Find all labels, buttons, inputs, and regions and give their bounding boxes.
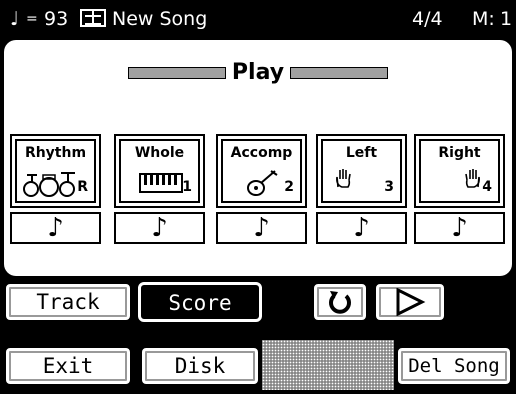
loop-icon [329, 291, 351, 314]
track-mute-button-whole[interactable]: ♪ [114, 212, 205, 244]
song-book-icon [80, 9, 106, 27]
note-icon: ♪ [451, 213, 468, 243]
note-icon: ♪ [47, 213, 64, 243]
track-label: Left [345, 145, 378, 161]
del-song-button[interactable]: Del Song [396, 346, 512, 386]
note-icon: ♪ [353, 213, 370, 243]
track-button-accomp[interactable]: Accomp 2 [216, 134, 307, 208]
track-button-left[interactable]: Left 3 [316, 134, 407, 208]
note-icon: ♪ [253, 213, 270, 243]
track-mute-button-rhythm[interactable]: ♪ [10, 212, 101, 244]
left-hand-icon [336, 169, 351, 188]
exit-button[interactable]: Exit [4, 346, 132, 386]
title-bar-right [290, 67, 389, 79]
tempo-value: 93 [44, 8, 69, 30]
track-label: Right [438, 145, 481, 161]
track-label: Accomp [230, 145, 293, 161]
play-button[interactable] [374, 282, 446, 322]
measure-value: 1 [500, 8, 513, 30]
mode-title: Play [4, 60, 512, 85]
track-number: R [77, 179, 88, 195]
track-mute-button-right[interactable]: ♪ [414, 212, 505, 244]
track-button-rhythm[interactable]: Rhythm R [10, 134, 101, 208]
score-button[interactable]: Score [138, 282, 262, 322]
tempo-equals: = [26, 11, 38, 27]
track-number: 3 [384, 179, 394, 195]
dither-fill [262, 340, 394, 390]
track-number: 2 [284, 179, 294, 195]
track-button[interactable]: Track [4, 282, 132, 322]
recorder-screen: ♩ = 93 New Song 4/4 M: 1 Play Rhythm R W… [0, 0, 516, 394]
track-button-whole[interactable]: Whole 1 [114, 134, 205, 208]
loop-button[interactable] [312, 282, 368, 322]
title-bar-left [127, 67, 226, 79]
track-button-right[interactable]: Right 4 [414, 134, 505, 208]
track-label: Rhythm [24, 145, 87, 161]
disk-button[interactable]: Disk [140, 346, 260, 386]
play-panel: Play Rhythm R Whole 1 Accomp 2 Left 3 Ri… [4, 40, 512, 276]
tempo-note-icon: ♩ [10, 8, 19, 30]
drum-kit-icon [23, 172, 75, 197]
track-mute-button-accomp[interactable]: ♪ [216, 212, 307, 244]
track-number: 4 [482, 179, 492, 195]
right-hand-icon [465, 169, 480, 188]
status-bar: ♩ = 93 New Song 4/4 M: 1 [0, 0, 516, 36]
guitar-icon [247, 170, 278, 196]
keyboard-icon [139, 173, 183, 193]
track-mute-button-left[interactable]: ♪ [316, 212, 407, 244]
time-signature: 4/4 [412, 8, 443, 30]
mode-title-text: Play [231, 60, 285, 85]
track-number: 1 [182, 179, 192, 195]
song-name: New Song [112, 8, 208, 30]
note-icon: ♪ [151, 213, 168, 243]
play-icon [396, 288, 426, 316]
measure-label: M: [472, 8, 495, 30]
track-label: Whole [134, 145, 185, 161]
